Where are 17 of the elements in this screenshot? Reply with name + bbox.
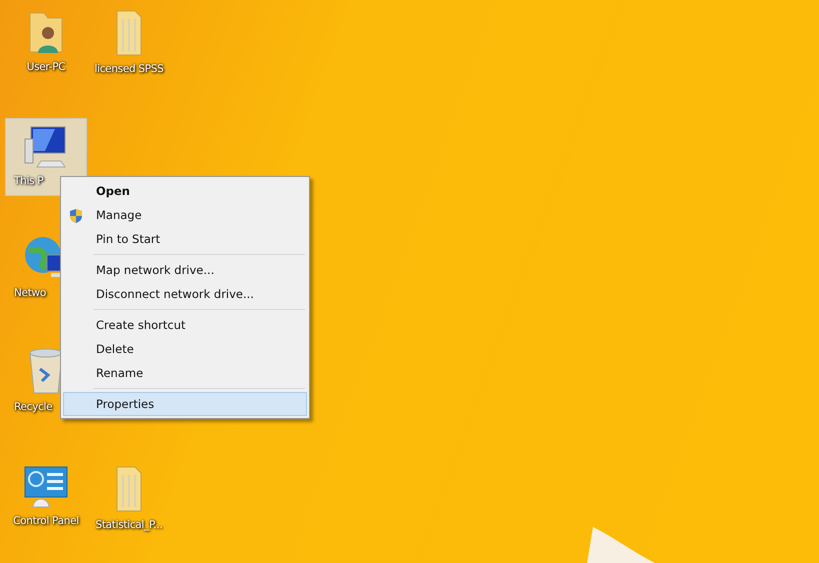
- icon-label: Statistical_P...: [95, 519, 163, 531]
- icon-label: Recycle: [13, 401, 52, 413]
- menu-item[interactable]: Create shortcut: [63, 313, 307, 337]
- control-panel-icon: [23, 465, 69, 509]
- icon-label: User-PC: [26, 61, 66, 73]
- monitor-icon: [23, 125, 69, 169]
- icon-label: Control Panel: [13, 515, 79, 527]
- icon-label: licensed SPSS: [94, 63, 164, 75]
- menu-item[interactable]: Map network drive...: [63, 258, 307, 282]
- shield-icon: [69, 208, 83, 224]
- menu-item[interactable]: Disconnect network drive...: [63, 282, 307, 306]
- menu-item[interactable]: Pin to Start: [63, 227, 307, 251]
- wallpaper-curl-drawing: [585, 525, 655, 563]
- menu-item[interactable]: Manage: [63, 203, 307, 227]
- menu-item[interactable]: Properties: [63, 392, 307, 416]
- icon-label: Netwo: [13, 287, 46, 299]
- icon-label: This P: [13, 175, 44, 187]
